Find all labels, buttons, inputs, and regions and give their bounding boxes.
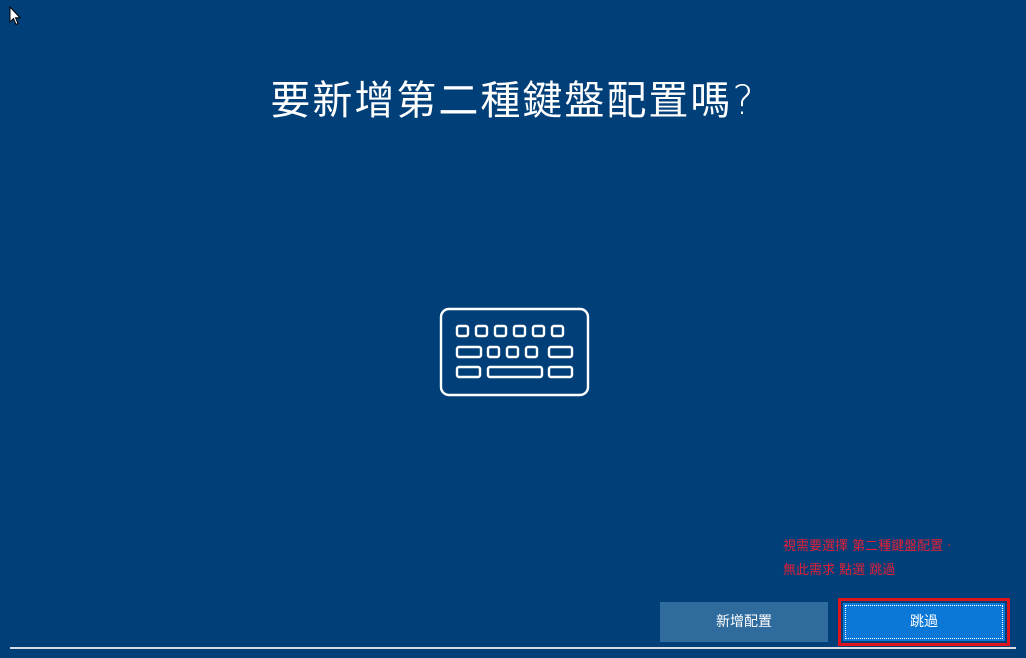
skip-button[interactable]: 跳過: [843, 603, 1005, 641]
keyboard-icon: [439, 307, 590, 397]
add-layout-button[interactable]: 新增配置: [660, 602, 828, 642]
annotation-note: 視需要選擇 第二種鍵盤配置 · 無此需求 點選 跳過: [783, 535, 951, 583]
annotation-line-1: 視需要選擇 第二種鍵盤配置 ·: [783, 539, 952, 554]
page-title: 要新增第二種鍵盤配置嗎?: [270, 78, 756, 124]
annotation-line-2: 無此需求 點選 跳過: [783, 563, 896, 578]
mouse-cursor-icon: [9, 6, 21, 26]
bottom-divider: [10, 647, 1016, 649]
